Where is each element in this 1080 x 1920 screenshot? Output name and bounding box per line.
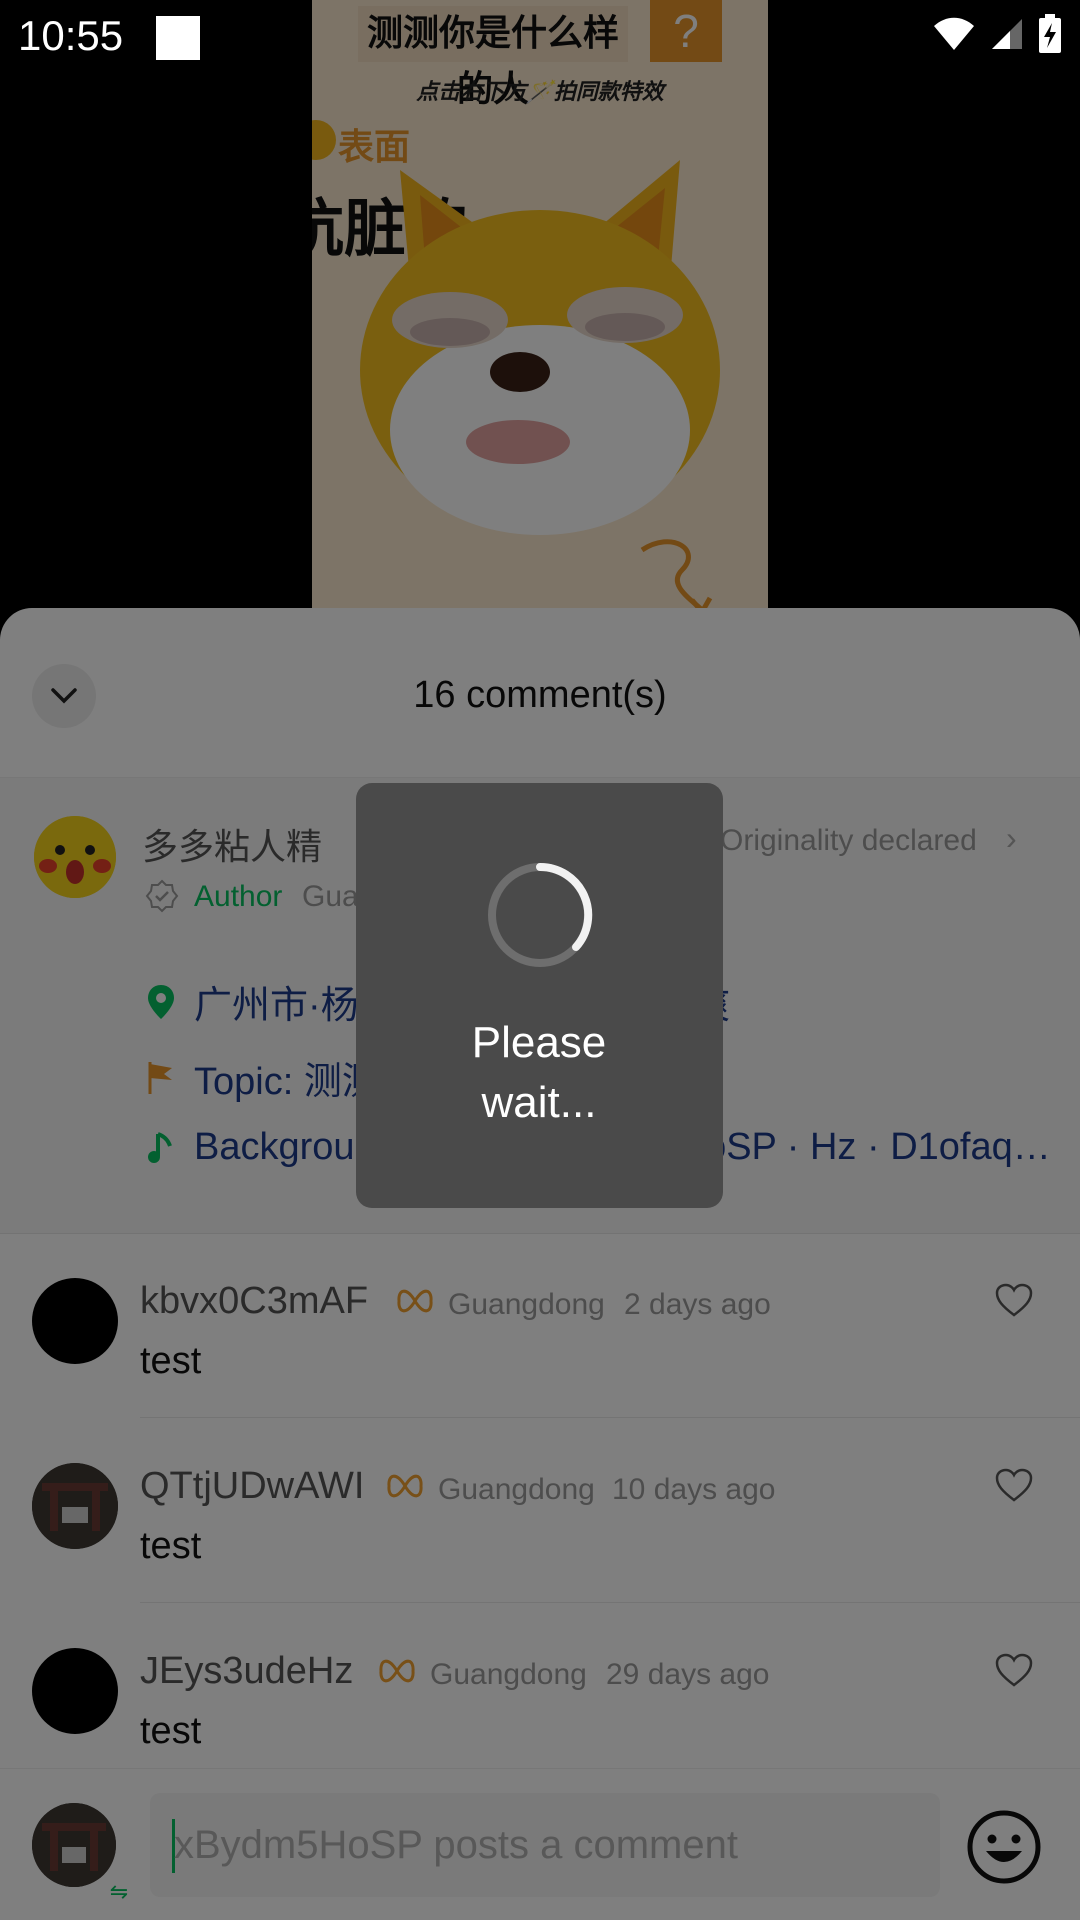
loading-spinner-icon [488,862,593,967]
battery-charging-icon [1039,14,1061,53]
status-bar: 10:55 [0,0,1080,76]
wifi-icon [934,17,974,50]
status-icons [932,14,1062,54]
loading-dialog: Please wait... [356,783,723,1208]
status-time: 10:55 [18,12,124,59]
notification-icon [156,16,200,60]
signal-icon [992,19,1022,49]
loading-text: Please wait... [471,1018,607,1127]
